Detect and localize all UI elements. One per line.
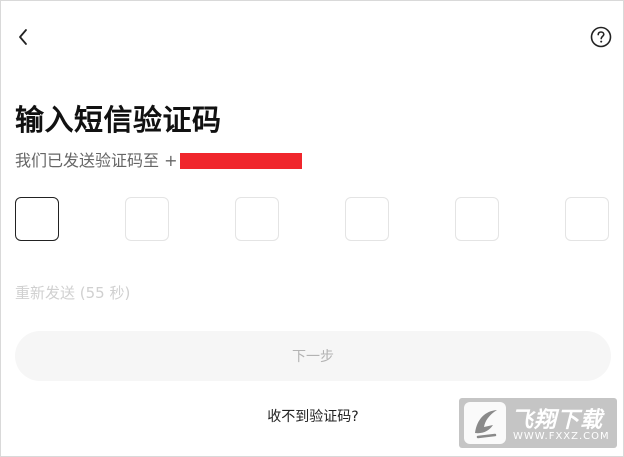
- chevron-left-icon: [19, 29, 27, 45]
- code-input-6[interactable]: [565, 197, 609, 241]
- question-circle-icon: [590, 26, 612, 48]
- code-input-1[interactable]: [15, 197, 59, 241]
- watermark-brand: 飞翔下载: [511, 408, 604, 433]
- watermark-logo-icon: [464, 402, 506, 444]
- code-input-3[interactable]: [235, 197, 279, 241]
- resend-countdown: 重新发送 (55 秒): [15, 284, 131, 302]
- watermark: 飞翔下载 WWW.FXXZ.COM: [459, 398, 617, 448]
- sent-to-text: 我们已发送验证码至 +: [15, 147, 302, 171]
- redacted-phone-number: [179, 152, 302, 169]
- page-title: 输入短信验证码: [15, 103, 222, 137]
- code-input-5[interactable]: [455, 197, 499, 241]
- code-input-2[interactable]: [125, 197, 169, 241]
- app-window: 输入短信验证码 我们已发送验证码至 + 重新发送 (55 秒) 下一步 收不到验…: [0, 0, 624, 457]
- code-input-4[interactable]: [345, 197, 389, 241]
- help-button[interactable]: [590, 26, 612, 48]
- watermark-url: WWW.FXXZ.COM: [513, 431, 610, 442]
- sent-to-prefix: 我们已发送验证码至 +: [15, 151, 178, 170]
- back-button[interactable]: [13, 27, 33, 47]
- next-button[interactable]: 下一步: [15, 331, 611, 381]
